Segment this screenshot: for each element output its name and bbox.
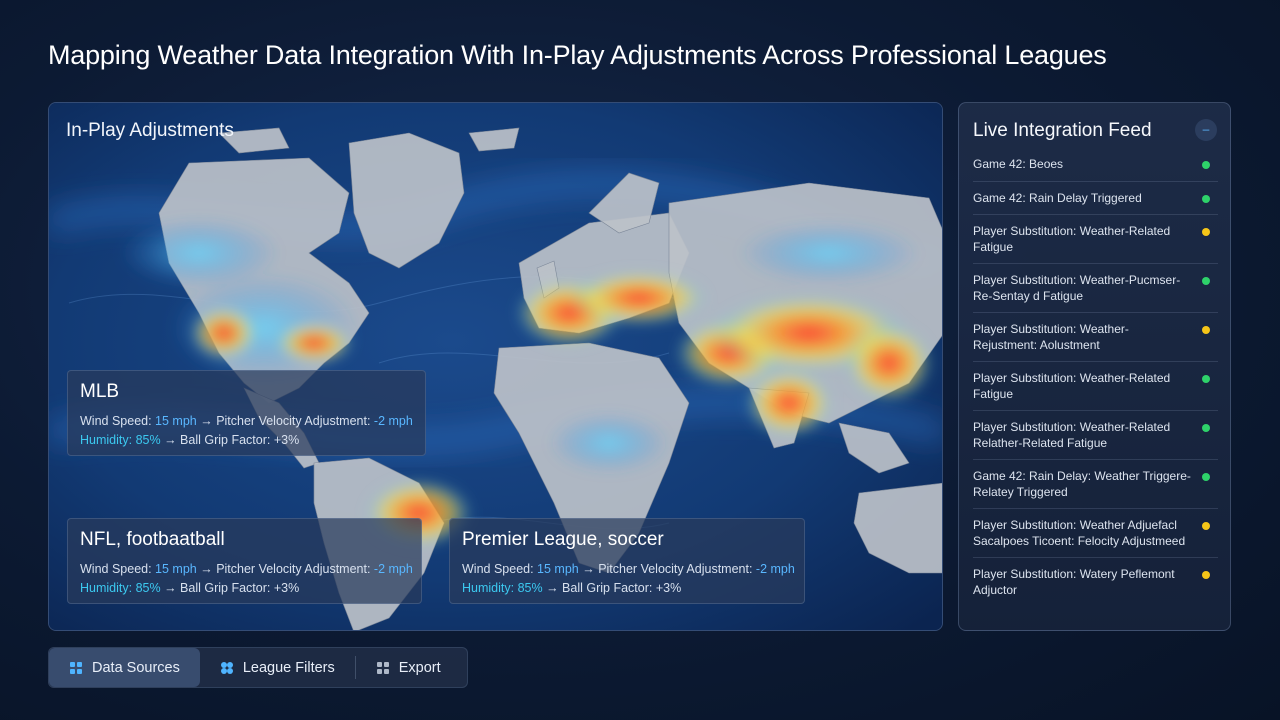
humidity-adjustment-line: Humidity: 85% → Ball Grip Factor: +3% [462,581,682,595]
feed-item[interactable]: Game 42: Rain Delay: Weather Triggere-Re… [973,460,1218,509]
league-card-mlb[interactable]: MLB Wind Speed: 15 mph → Pitcher Velocit… [67,370,426,456]
export-icon [376,661,389,674]
status-dot-yellow [1202,228,1210,236]
grid-icon [70,661,82,674]
status-dot-yellow [1202,522,1210,530]
map-panel: In-Play Adjustments MLB Wind Speed: 15 m… [48,102,943,631]
export-button[interactable]: Export [356,648,461,687]
collapse-toggle-button[interactable]: – [1195,119,1217,141]
map-panel-header: In-Play Adjustments [66,120,234,141]
league-name: MLB [80,381,120,402]
feed-item[interactable]: Player Substitution: Weather-Related Fat… [973,215,1218,264]
feed-item[interactable]: Player Substitution: Weather-Rejustment:… [973,313,1218,362]
league-card-nfl[interactable]: NFL, footbaatball Wind Speed: 15 mph → P… [67,518,422,604]
filter-icon [220,661,233,674]
league-name: Premier League, soccer [462,529,664,550]
status-dot-green [1202,375,1210,383]
humidity-adjustment-line: Humidity: 85% → Ball Grip Factor: +3% [80,581,300,595]
feed-item[interactable]: Player Substitution: Weather-Pucmser-Re-… [973,264,1218,313]
status-dot-green [1202,161,1210,169]
page-title: Mapping Weather Data Integration With In… [48,40,1107,70]
live-integration-feed-panel: Live Integration Feed – Game 42: Beoes G… [958,102,1231,631]
feed-list: Game 42: Beoes Game 42: Rain Delay Trigg… [973,148,1218,606]
bottom-toolbar: Data Sources League Filters Export [48,647,468,688]
wind-adjustment-line: Wind Speed: 15 mph → Pitcher Velocity Ad… [462,562,795,576]
feed-item[interactable]: Player Substitution: Weather-Related Fat… [973,362,1218,411]
league-filters-button[interactable]: League Filters [200,648,355,687]
data-sources-button[interactable]: Data Sources [49,648,200,687]
status-dot-yellow [1202,571,1210,579]
feed-title: Live Integration Feed [973,120,1152,141]
status-dot-green [1202,473,1210,481]
wind-adjustment-line: Wind Speed: 15 mph → Pitcher Velocity Ad… [80,414,413,428]
feed-item[interactable]: Player Substitution: Weather Adjuefacl S… [973,509,1218,558]
feed-item[interactable]: Player Substitution: Watery Peflemont Ad… [973,558,1218,606]
status-dot-green [1202,424,1210,432]
feed-item[interactable]: Player Substitution: Weather-Related Rel… [973,411,1218,460]
status-dot-green [1202,277,1210,285]
status-dot-green [1202,194,1210,203]
humidity-adjustment-line: Humidity: 85% → Ball Grip Factor: +3% [80,433,300,447]
status-dot-yellow [1202,326,1210,334]
wind-adjustment-line: Wind Speed: 15 mph → Pitcher Velocity Ad… [80,562,413,576]
league-name: NFL, footbaatball [80,529,225,550]
feed-item[interactable]: Game 42: Rain Delay Triggered [973,182,1218,215]
league-card-premier-league[interactable]: Premier League, soccer Wind Speed: 15 mp… [449,518,805,604]
feed-item[interactable]: Game 42: Beoes [973,148,1218,182]
